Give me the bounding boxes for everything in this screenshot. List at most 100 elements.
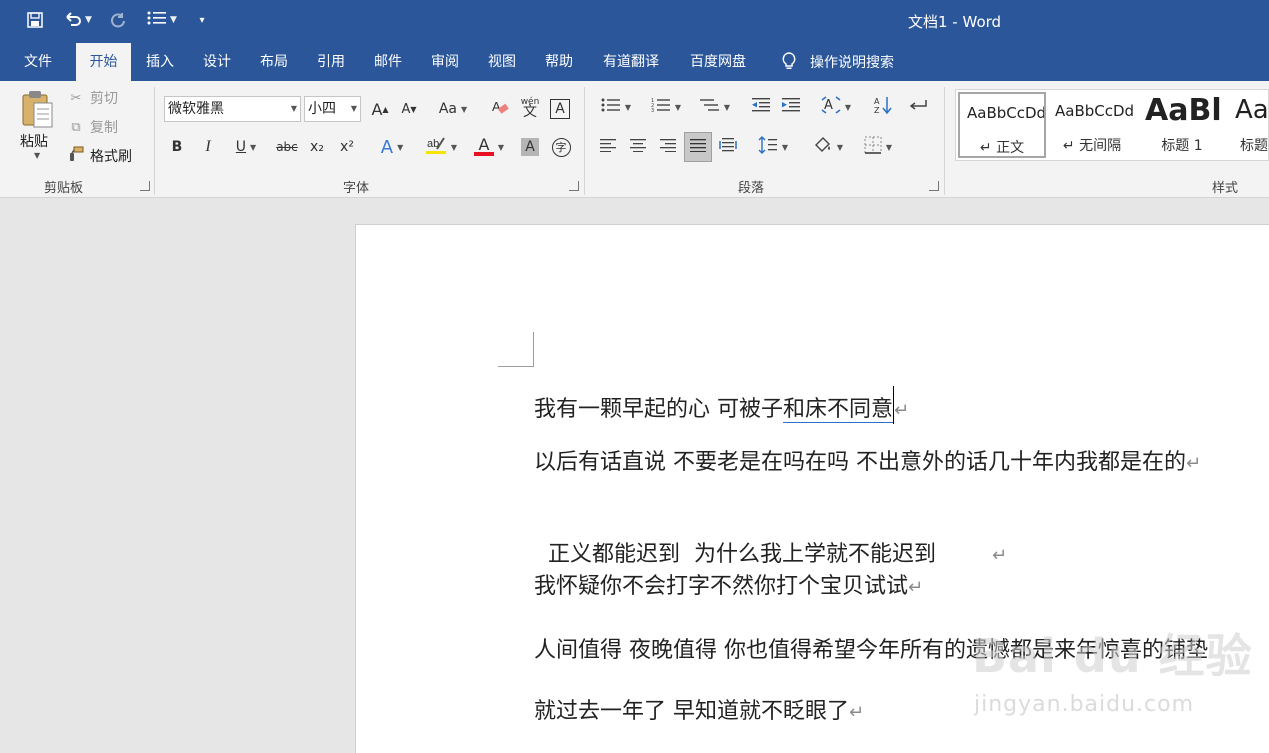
- tell-me-search[interactable]: 操作说明搜索: [778, 43, 894, 81]
- subscript-button[interactable]: x₂: [306, 135, 328, 159]
- style-name: ↵ 正文: [979, 140, 1025, 156]
- chevron-down-icon: ▼: [397, 142, 404, 152]
- group-divider: [584, 87, 585, 195]
- bullets-quick-button[interactable]: ▼: [141, 9, 183, 31]
- enclose-characters-button[interactable]: 字: [550, 135, 572, 159]
- spellcheck-underlined-text: 和床不同意: [783, 397, 894, 423]
- document-line[interactable]: 正义都能迟到 为什么我上学就不能迟到 ↵: [534, 510, 1007, 571]
- tab-view[interactable]: 视图: [478, 43, 526, 81]
- tab-file[interactable]: 文件: [14, 43, 62, 81]
- style-sample: AaBl: [1145, 93, 1222, 128]
- format-painter-label: 格式刷: [90, 149, 132, 165]
- document-page[interactable]: [355, 224, 1269, 753]
- tab-review[interactable]: 审阅: [421, 43, 469, 81]
- distributed-button[interactable]: [717, 135, 739, 159]
- style-heading-1[interactable]: AaBl 标题 1: [1138, 92, 1226, 158]
- numbering-button[interactable]: 123 ▼: [646, 95, 686, 119]
- document-line[interactable]: 人间值得 夜晚值得 你也值得希望今年所有的遗憾都是来年惊喜的铺垫: [534, 636, 1208, 666]
- cut-label: 剪切: [90, 91, 118, 107]
- document-line[interactable]: 我怀疑你不会打字不然你打个宝贝试试↵: [534, 572, 923, 603]
- paste-button[interactable]: [20, 89, 56, 129]
- multilevel-list-button[interactable]: ▼: [695, 95, 735, 119]
- change-case-button[interactable]: Aa ▼: [434, 97, 472, 121]
- copy-button[interactable]: ⧉ 复制: [66, 116, 118, 138]
- sort-button[interactable]: AZ: [872, 95, 894, 119]
- paragraph-mark: ↵: [991, 545, 1008, 566]
- tab-insert[interactable]: 插入: [136, 43, 184, 81]
- shading-button[interactable]: ▼: [808, 135, 848, 159]
- paste-label[interactable]: 粘贴: [20, 131, 48, 151]
- document-line[interactable]: 以后有话直说 不要老是在吗在吗 不出意外的话几十年内我都是在的↵: [534, 448, 1201, 479]
- character-border-button[interactable]: A: [549, 97, 571, 121]
- phonetic-guide-button[interactable]: wén 文: [518, 95, 542, 119]
- bold-button[interactable]: B: [167, 135, 187, 159]
- line-spacing-button[interactable]: ▼: [753, 135, 793, 159]
- text-effects-button[interactable]: A ▼: [373, 135, 411, 159]
- highlight-button[interactable]: ab ▼: [421, 135, 461, 159]
- show-marks-button[interactable]: [906, 95, 930, 119]
- paragraph-mark: ↵: [849, 702, 865, 723]
- bullets-button[interactable]: ▼: [596, 95, 636, 119]
- decrease-indent-button[interactable]: [750, 95, 772, 119]
- tab-home[interactable]: 开始: [76, 43, 131, 81]
- chinese-layout-button[interactable]: A ▼: [816, 95, 856, 119]
- lightbulb-icon: [778, 43, 800, 81]
- font-name-combo[interactable]: 微软雅黑 ▼: [164, 96, 301, 122]
- increase-indent-button[interactable]: [780, 95, 802, 119]
- style-no-spacing[interactable]: AaBbCcDd ↵ 无间隔: [1048, 92, 1136, 158]
- chevron-down-icon: ▼: [250, 142, 257, 152]
- line-text: 我怀疑你不会打字不然你打个宝贝试试: [534, 574, 909, 599]
- line-text: 我有一颗早起的心 可被子: [534, 397, 783, 422]
- borders-button[interactable]: ▼: [858, 135, 898, 159]
- align-left-icon: [600, 138, 616, 156]
- justify-button[interactable]: [684, 132, 712, 162]
- save-icon[interactable]: [24, 9, 46, 31]
- shrink-font-icon: A: [401, 101, 411, 117]
- tab-mailings[interactable]: 邮件: [364, 43, 412, 81]
- shrink-font-button[interactable]: A ▼: [398, 97, 420, 121]
- multilevel-list-icon: [699, 97, 720, 117]
- paragraph-dialog-launcher[interactable]: [929, 181, 939, 191]
- italic-button[interactable]: I: [198, 135, 218, 159]
- tab-youdao-translate[interactable]: 有道翻译: [592, 43, 670, 81]
- clear-formatting-button[interactable]: A: [488, 97, 512, 121]
- tab-layout[interactable]: 布局: [250, 43, 298, 81]
- customize-toolbar-icon[interactable]: ▾: [194, 9, 210, 31]
- enclose-characters-icon: 字: [551, 137, 571, 157]
- paragraph-mark-icon: [908, 97, 928, 117]
- character-shading-button[interactable]: A: [520, 135, 540, 159]
- style-title[interactable]: AaB 标题: [1228, 92, 1268, 158]
- align-left-button[interactable]: [597, 135, 619, 159]
- format-painter-button[interactable]: 格式刷: [66, 145, 132, 167]
- font-size-combo[interactable]: 小四 ▼: [304, 96, 361, 122]
- align-center-button[interactable]: [627, 135, 649, 159]
- document-line[interactable]: 我有一颗早起的心 可被子和床不同意↵: [534, 386, 909, 426]
- grow-font-button[interactable]: A ▲: [369, 97, 391, 121]
- tab-help[interactable]: 帮助: [535, 43, 583, 81]
- style-sample: AaBbCcDd: [1055, 102, 1135, 120]
- chevron-down-icon[interactable]: ▼: [34, 151, 40, 160]
- style-name: ↵ 无间隔: [1062, 138, 1122, 154]
- document-line[interactable]: 就过去一年了 早知道就不眨眼了↵: [534, 697, 864, 728]
- underline-button[interactable]: U ▼: [227, 135, 265, 159]
- ribbon: 粘贴 ▼ ✂ 剪切 ⧉ 复制 格式刷 剪贴板 微软雅黑 ▼ 小四 ▼ A ▲ A ▼ A…: [0, 81, 1269, 198]
- tab-design[interactable]: 设计: [193, 43, 241, 81]
- strikethrough-button[interactable]: abc: [274, 135, 300, 159]
- cut-button[interactable]: ✂ 剪切: [66, 87, 118, 109]
- chevron-down-icon: ▼: [885, 142, 893, 152]
- tab-references[interactable]: 引用: [307, 43, 355, 81]
- redo-icon[interactable]: [107, 9, 129, 31]
- clipboard-dialog-launcher[interactable]: [140, 181, 150, 191]
- superscript-button[interactable]: x²: [336, 135, 358, 159]
- group-divider: [154, 87, 155, 195]
- font-dialog-launcher[interactable]: [569, 181, 579, 191]
- margin-corner-mark: [498, 366, 534, 367]
- font-color-button[interactable]: A ▼: [469, 135, 509, 159]
- tab-baidu-netdisk[interactable]: 百度网盘: [679, 43, 757, 81]
- align-right-button[interactable]: [657, 135, 679, 159]
- undo-button[interactable]: ▼: [58, 9, 98, 31]
- style-normal[interactable]: AaBbCcDd ↵ 正文: [958, 92, 1046, 158]
- paint-bucket-icon: [813, 136, 833, 158]
- chevron-down-icon: ▼: [844, 102, 852, 112]
- character-shading-icon: A: [521, 138, 539, 156]
